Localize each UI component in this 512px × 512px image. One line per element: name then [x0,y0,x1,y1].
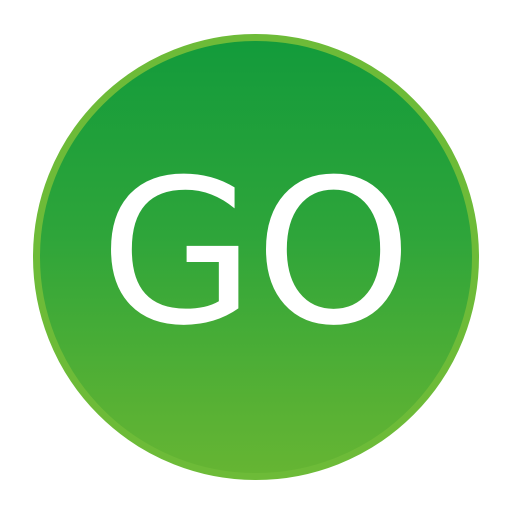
page: { "button": { "label": "GO", "colors": {… [0,0,512,512]
go-button[interactable]: GO [33,34,479,480]
go-button-label: GO [99,137,413,370]
